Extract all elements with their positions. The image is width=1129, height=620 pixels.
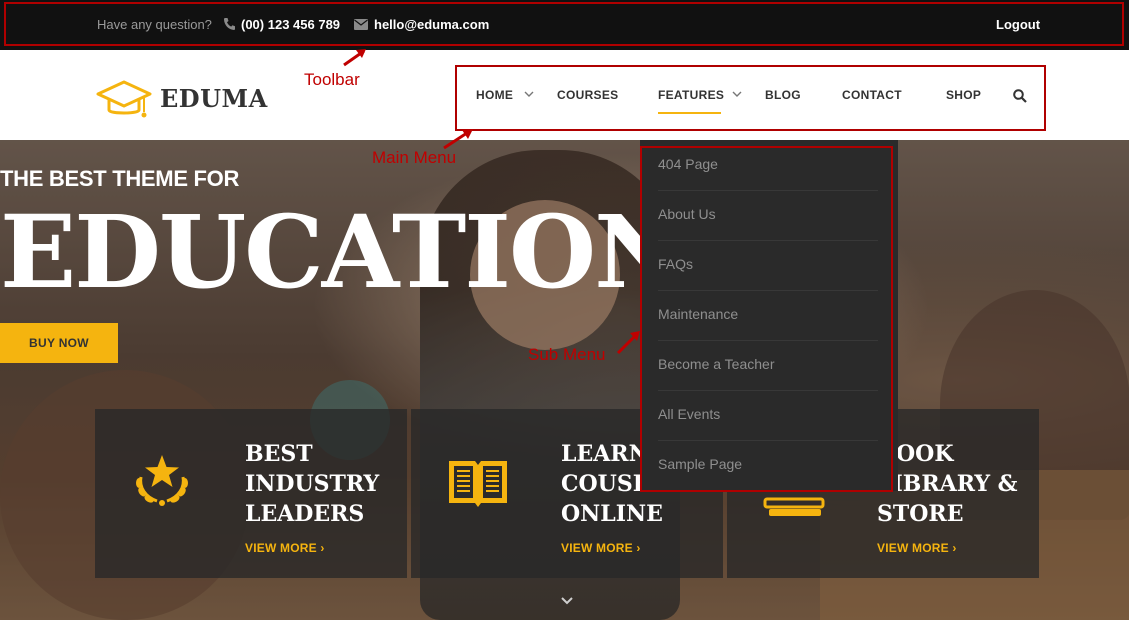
submenu-item-faqs[interactable]: FAQs <box>658 241 878 291</box>
sub-menu-annotation-label: Sub Menu <box>528 345 606 364</box>
site-header: EDUMA HOME COURSES FEATURES BLOG CONTACT… <box>0 50 1129 140</box>
open-book-icon <box>449 461 507 507</box>
submenu-item-404-page[interactable]: 404 Page <box>658 141 878 191</box>
view-more-link[interactable]: VIEW MORE › <box>561 541 641 555</box>
chevron-down-icon[interactable] <box>560 596 574 605</box>
submenu-item-become-a-teacher[interactable]: Become a Teacher <box>658 341 878 391</box>
features-submenu: 404 Page About Us FAQs Maintenance Becom… <box>640 140 898 491</box>
buy-now-button[interactable]: BUY NOW <box>0 323 118 363</box>
main-menu-annotation-frame <box>455 65 1046 131</box>
annotation-arrow-icon <box>616 331 640 355</box>
submenu-item-sample-page[interactable]: Sample Page <box>658 441 878 491</box>
feature-title: BOOK LIBRARY & STORE <box>877 441 1018 527</box>
feature-title: BEST INDUSTRY LEADERS <box>245 441 380 527</box>
award-star-icon <box>136 455 188 506</box>
view-more-link[interactable]: VIEW MORE › <box>877 541 957 555</box>
feature-card-leaders[interactable]: BEST INDUSTRY LEADERS VIEW MORE › <box>95 409 407 578</box>
hero-title: EDUCATION <box>0 193 686 311</box>
view-more-link[interactable]: VIEW MORE › <box>245 541 325 555</box>
submenu-item-about-us[interactable]: About Us <box>658 191 878 241</box>
annotation-arrow-icon <box>443 129 473 150</box>
hero-subtitle: THE BEST THEME FOR <box>0 166 240 191</box>
toolbar-annotation-frame <box>4 2 1124 46</box>
graduation-cap-icon <box>96 80 152 118</box>
toolbar-annotation-label: Toolbar <box>304 70 360 89</box>
site-logo-text[interactable]: EDUMA <box>160 84 268 113</box>
submenu-item-maintenance[interactable]: Maintenance <box>658 291 878 341</box>
submenu-item-all-events[interactable]: All Events <box>658 391 878 441</box>
hero-banner: THE BEST THEME FOR EDUCATION BUY NOW BES… <box>0 140 1129 620</box>
annotation-arrow-icon <box>343 49 366 67</box>
